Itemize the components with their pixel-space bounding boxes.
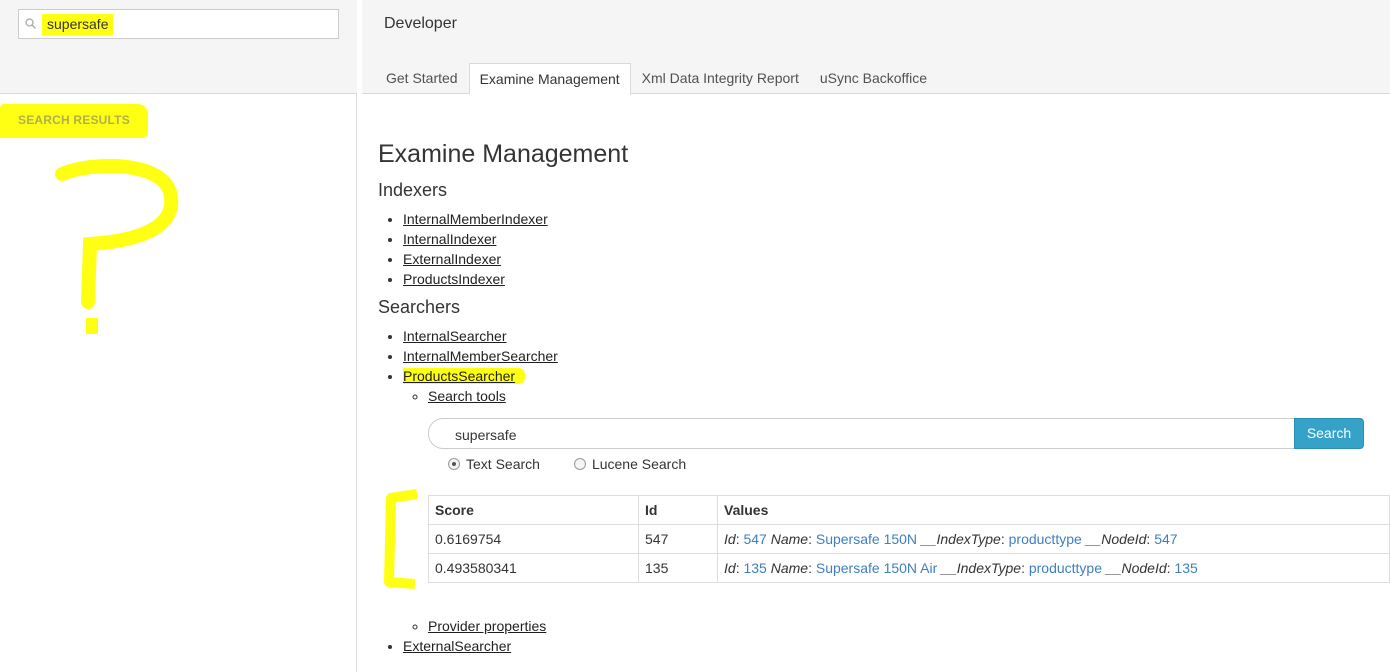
list-item: ProductsSearcher Search tools supersafe … [384, 366, 1390, 636]
searchers-list: InternalSearcher InternalMemberSearcher … [378, 326, 1390, 656]
values-cell: Id: 135 Name: Supersafe 150N Air __Index… [717, 553, 1390, 583]
list-item: Search tools supersafe Search Text Searc… [384, 386, 1390, 616]
indexers-list: InternalMemberIndexer InternalIndexer Ex… [378, 209, 1390, 289]
section-title: Developer [384, 15, 457, 32]
search-tools-panel: supersafe Search Text Search Lucene Sear… [378, 406, 1390, 616]
id-cell: 135 [638, 553, 718, 583]
field-key: __NodeId [1085, 531, 1147, 547]
radio-unselected-icon [573, 458, 586, 470]
tree-header: supersafe [0, 0, 357, 94]
list-item: ExternalIndexer [403, 249, 1390, 269]
search-type-options: Text Search Lucene Search [448, 454, 686, 474]
field-key: __IndexType [920, 531, 1001, 547]
field-value: producttype [1028, 560, 1103, 576]
searcher-link[interactable]: InternalMemberSearcher [403, 348, 558, 364]
field-key: Name [770, 560, 809, 576]
text-search-radio[interactable]: Text Search [448, 454, 540, 474]
list-item: InternalIndexer [403, 229, 1390, 249]
field-key: __IndexType [941, 560, 1022, 576]
field-value: 547 [1154, 531, 1178, 547]
tab-usync-backoffice[interactable]: uSync Backoffice [810, 63, 937, 94]
lucene-search-label: Lucene Search [591, 456, 687, 472]
field-key: Id [724, 531, 736, 547]
question-mark-scribble [55, 158, 179, 334]
indexer-link[interactable]: ExternalIndexer [403, 251, 501, 267]
indexer-link[interactable]: InternalIndexer [403, 231, 496, 247]
searcher-link[interactable]: ExternalSearcher [403, 638, 511, 654]
tree-search-value: supersafe [42, 14, 114, 35]
id-cell: 547 [638, 524, 718, 554]
score-cell: 0.493580341 [428, 553, 639, 583]
bracket-scribble [384, 489, 418, 589]
searchers-heading: Searchers [378, 297, 461, 317]
indexer-link[interactable]: InternalMemberIndexer [403, 211, 548, 227]
examine-search-value: supersafe [455, 427, 517, 443]
values-cell: Id: 547 Name: Supersafe 150N __IndexType… [717, 524, 1390, 554]
column-header: Values [717, 495, 1390, 525]
column-header: Id [638, 495, 718, 525]
field-value: 135 [743, 560, 767, 576]
text-search-label: Text Search [466, 456, 540, 472]
list-item: InternalMemberIndexer [403, 209, 1390, 229]
tab-bar: Get Started Examine Management Xml Data … [376, 63, 938, 95]
field-key: Name [770, 531, 809, 547]
page-title: Examine Management [378, 140, 629, 168]
table-row: 0.6169754 547 Id: 547 Name: Supersafe 15… [428, 524, 1390, 554]
tab-xml-data-integrity-report[interactable]: Xml Data Integrity Report [632, 63, 809, 94]
radio-selected-icon [448, 458, 460, 470]
search-tools-link[interactable]: Search tools [428, 388, 506, 404]
tree-panel: supersafe SEARCH RESULTS [0, 0, 357, 672]
field-key: __NodeId [1105, 560, 1167, 576]
search-results-label: SEARCH RESULTS [0, 104, 148, 138]
main-panel: Developer Get Started Examine Management… [362, 0, 1390, 672]
indexer-link[interactable]: ProductsIndexer [403, 271, 505, 287]
products-searcher-sublist: Search tools supersafe Search Text Searc… [384, 386, 1390, 636]
list-item: Provider properties [428, 616, 1390, 636]
field-value: producttype [1008, 531, 1082, 547]
column-header: Score [428, 495, 639, 525]
search-results-table: Score Id Values 0.6169754 547 Id: 547 Na… [428, 495, 1390, 583]
table-header-row: Score Id Values [428, 495, 1390, 525]
list-item: ExternalSearcher [403, 636, 1390, 656]
searcher-link-products[interactable]: ProductsSearcher [403, 368, 526, 384]
list-item: ProductsIndexer [403, 269, 1390, 289]
main-header: Developer Get Started Examine Management… [362, 0, 1390, 95]
search-icon [25, 18, 36, 29]
list-item: InternalSearcher [403, 326, 1390, 346]
field-value: 547 [743, 531, 767, 547]
indexers-heading: Indexers [378, 180, 448, 200]
search-button[interactable]: Search [1294, 418, 1364, 449]
tab-get-started[interactable]: Get Started [376, 63, 468, 94]
field-value: Supersafe 150N Air [815, 560, 938, 576]
field-key: Id [724, 560, 736, 576]
searcher-link[interactable]: InternalSearcher [403, 328, 507, 344]
field-value: 135 [1174, 560, 1198, 576]
field-value: Supersafe 150N [815, 531, 918, 547]
examine-search-input[interactable]: supersafe [428, 418, 1295, 449]
lucene-search-radio[interactable]: Lucene Search [573, 454, 687, 474]
examine-content: Examine Management Indexers InternalMemb… [378, 140, 1390, 656]
provider-properties-link[interactable]: Provider properties [428, 618, 546, 634]
table-row: 0.493580341 135 Id: 135 Name: Supersafe … [428, 553, 1390, 583]
tree-search-input[interactable]: supersafe [18, 9, 339, 39]
tab-examine-management[interactable]: Examine Management [468, 63, 631, 95]
list-item: InternalMemberSearcher [403, 346, 1390, 366]
score-cell: 0.6169754 [428, 524, 639, 554]
